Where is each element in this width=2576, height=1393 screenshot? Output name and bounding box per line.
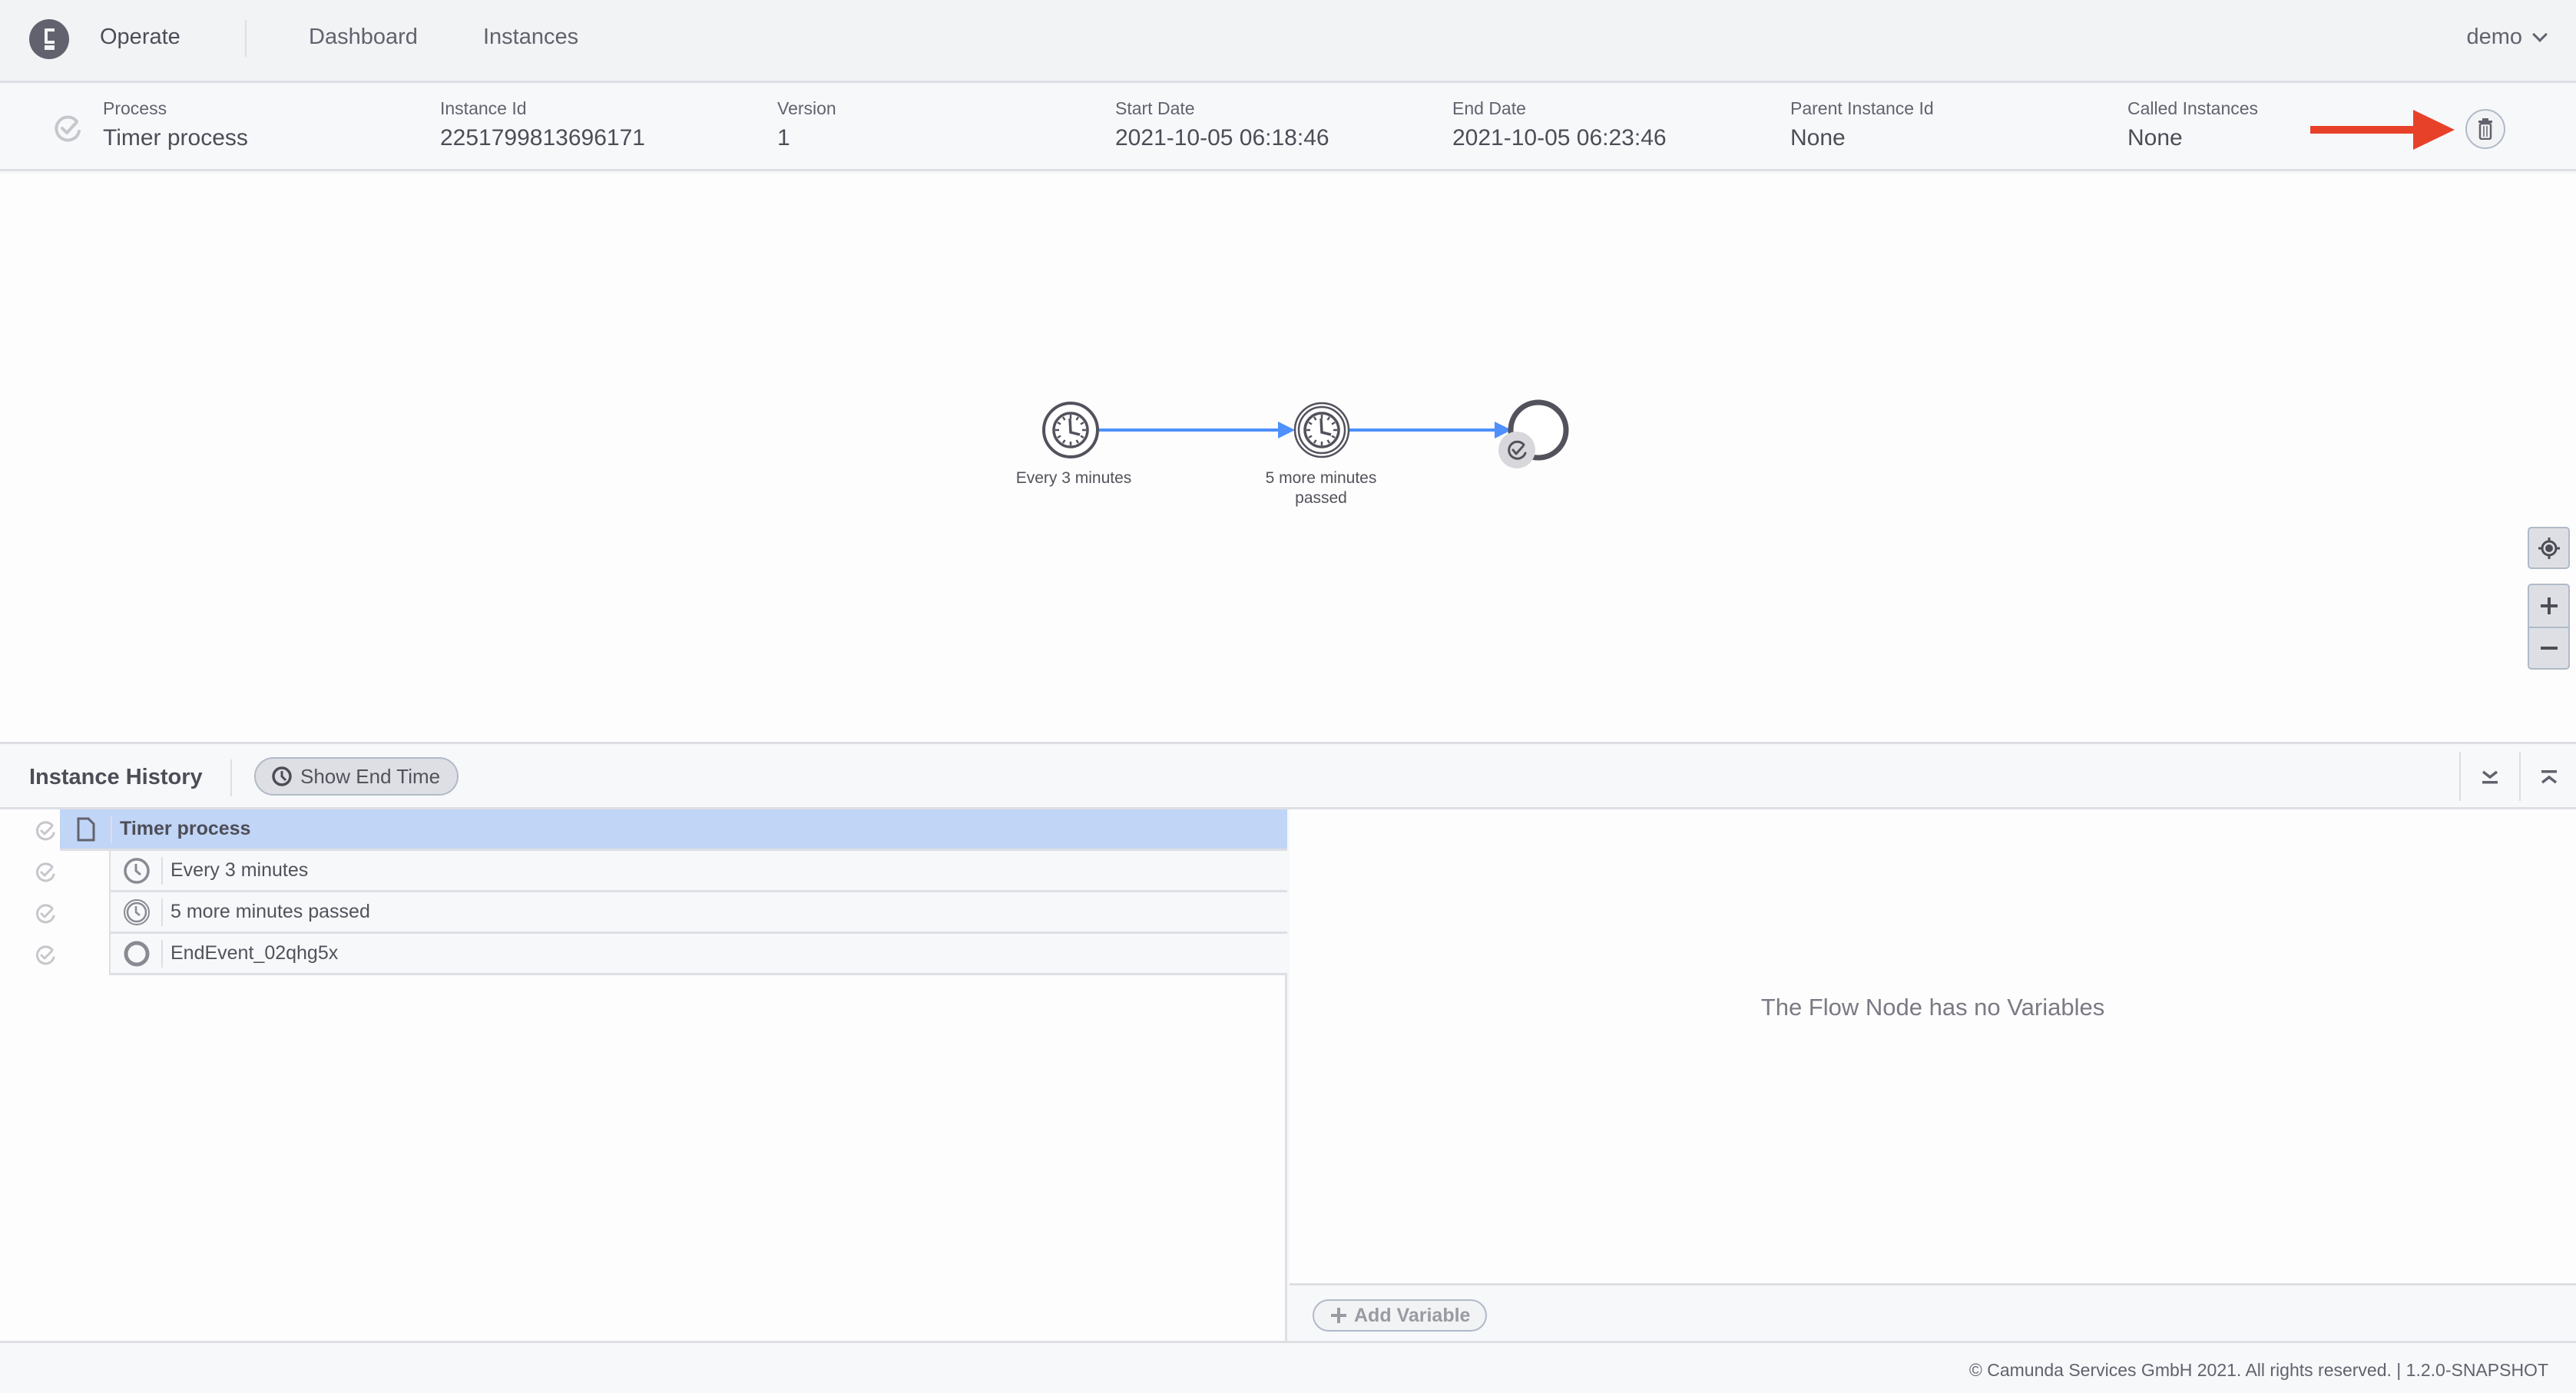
intermediate-event-label: 5 more minutes passed [1244,468,1398,508]
history-node[interactable]: Timer process [60,809,1287,851]
collapse-down-icon [2482,770,2498,784]
field-label: Version [777,98,836,118]
field-value: 2021-10-05 06:23:46 [1452,125,1667,151]
variables-footer: Add Variable [1290,1283,2576,1341]
field-start-date: Start Date 2021-10-05 06:18:46 [1115,98,1329,151]
field-called-instances: Called Instances None [2127,98,2258,151]
completed-state-icon [55,115,81,142]
history-node[interactable]: EndEvent_02qhg5x [109,934,1287,975]
show-end-time-label: Show End Time [300,764,441,788]
history-row[interactable]: 5 more minutes passed [0,892,1287,934]
field-instance-id: Instance Id 2251799813696171 [440,98,645,151]
add-variable-button[interactable]: Add Variable [1313,1299,1488,1332]
camunda-logo-icon[interactable] [29,19,69,59]
zoom-in-button[interactable] [2529,585,2568,627]
panel-control-divider [2519,752,2521,801]
field-value: 2021-10-05 06:18:46 [1115,125,1329,151]
label-line: passed [1295,489,1347,507]
field-value: Timer process [103,125,248,151]
annotation-arrow-icon [2310,110,2455,150]
field-value: None [2127,125,2183,151]
user-name: demo [2466,25,2522,49]
sequence-flow [1098,422,1295,438]
empty-variables-message: The Flow Node has no Variables [1760,994,2105,1021]
field-label: End Date [1452,98,1526,118]
zoom-out-button[interactable] [2529,627,2568,668]
timer-icon [120,857,154,885]
label-line: 5 more minutes [1265,469,1377,487]
field-label: Instance Id [440,98,527,118]
variables-panel: The Flow Node has no Variables [1290,809,2576,1285]
history-node-label: EndEvent_02qhg5x [171,942,339,964]
nav-instances[interactable]: Instances [483,25,578,50]
trash-icon [2478,118,2492,140]
expand-up-icon [2541,770,2558,784]
history-node-label: Timer process [120,818,251,839]
zoom-controls [2528,584,2570,670]
field-label: Called Instances [2127,98,2259,118]
completed-state-icon [35,904,55,924]
timer-intermediate-event[interactable] [1293,402,1350,458]
field-value: 1 [777,125,790,151]
field-label: Parent Instance Id [1790,98,1934,118]
field-version: Version 1 [777,98,836,151]
end-event-icon [120,940,154,968]
plus-icon [2540,597,2558,614]
field-parent-instance-id: Parent Instance Id None [1790,98,1934,151]
completed-state-icon [35,945,55,965]
field-label: Process [103,98,167,118]
completed-badge-icon [1498,432,1535,468]
history-node[interactable]: Every 3 minutes [109,851,1287,892]
minus-icon [2540,647,2558,650]
panel-control-divider [2459,752,2461,801]
row-divider [161,856,163,885]
start-event-label: Every 3 minutes [1015,469,1132,487]
brand-name[interactable]: Operate [100,25,180,50]
row-divider [111,815,112,843]
clock-icon [272,766,292,786]
chevron-down-icon [2532,26,2548,42]
user-menu[interactable]: demo [2466,25,2548,50]
add-variable-label: Add Variable [1354,1304,1471,1326]
field-value: None [1790,125,1846,151]
history-row[interactable]: Every 3 minutes [0,851,1287,892]
history-divider [230,759,232,796]
completed-state-icon [35,862,55,882]
copyright-text: © Camunda Services GmbH 2021. All rights… [1968,1360,2548,1380]
field-label: Start Date [1115,98,1195,118]
document-icon [69,817,103,842]
history-row[interactable]: EndEvent_02qhg5x [0,934,1287,975]
instance-history-title: Instance History [29,765,203,789]
app-footer: © Camunda Services GmbH 2021. All rights… [0,1341,2576,1393]
crosshair-icon [2538,537,2560,559]
timer-intermediate-icon [120,898,154,926]
history-row[interactable]: Timer process [0,809,1287,851]
header-divider [245,20,247,57]
row-divider [161,898,163,926]
completed-state-icon [35,821,55,841]
collapse-panel-button[interactable] [2471,759,2509,795]
instance-history-tree: Timer process Every 3 minutes 5 more min… [0,809,1287,1341]
sequence-flow [1349,422,1511,438]
history-node-label: 5 more minutes passed [171,901,370,922]
plus-icon [1331,1308,1346,1323]
process-diagram[interactable]: Every 3 minutes 5 more minutes passed [0,174,2576,742]
reset-diagram-button[interactable] [2528,527,2570,569]
nav-dashboard[interactable]: Dashboard [309,25,418,50]
instance-history-header: Instance History Show End Time [0,742,2576,809]
expand-panel-button[interactable] [2530,759,2568,795]
app-header: Operate Dashboard Instances demo [0,0,2576,83]
timer-start-event[interactable] [1042,402,1099,458]
field-end-date: End Date 2021-10-05 06:23:46 [1452,98,1667,151]
history-node-label: Every 3 minutes [171,859,309,881]
delete-instance-button[interactable] [2465,109,2505,149]
history-node[interactable]: 5 more minutes passed [109,892,1287,934]
row-divider [161,939,163,968]
field-process: Process Timer process [103,98,248,151]
field-value: 2251799813696171 [440,125,645,151]
show-end-time-button[interactable]: Show End Time [254,757,459,796]
